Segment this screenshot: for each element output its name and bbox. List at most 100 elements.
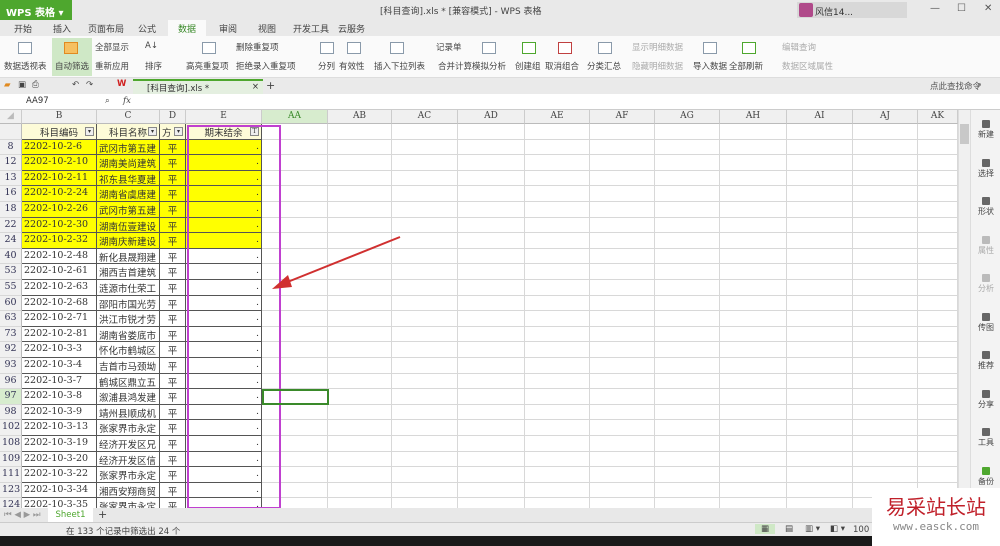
cell-empty[interactable] [655,155,720,171]
cell-empty[interactable] [853,358,918,374]
scroll-thumb[interactable] [960,124,969,144]
cell-account-code[interactable]: 2202-10-2-6 [22,139,97,156]
cell-empty[interactable] [655,467,720,483]
cell-direction[interactable]: 平 [160,280,186,296]
selected-cell-AA97[interactable] [262,389,329,405]
cell-empty[interactable] [720,467,787,483]
reapply-button[interactable]: 重新应用 [95,60,129,72]
refresh-all-button[interactable]: 全部刷新 [729,60,763,72]
cell-direction[interactable]: 平 [160,233,186,249]
cell-account-name[interactable]: 鹤城区鼎立五 [97,373,160,390]
cell-empty[interactable] [853,404,918,421]
column-header-AJ[interactable]: AJ [853,110,918,124]
cell-direction[interactable]: 平 [160,248,186,265]
cell-empty[interactable] [853,248,918,265]
cell-empty[interactable] [918,248,958,265]
cell-empty[interactable] [392,498,458,508]
column-header-AG[interactable]: AG [655,110,720,124]
cell-direction[interactable]: 平 [160,186,186,202]
cell-empty[interactable] [787,342,853,358]
cell-empty[interactable] [787,217,853,234]
cell-empty[interactable] [918,202,958,218]
normal-view-icon[interactable]: ▦ [755,524,776,534]
cell-empty[interactable] [918,295,958,312]
ungroup-button[interactable]: 取消组合 [545,60,579,72]
cell-empty[interactable] [590,436,655,452]
cell-empty[interactable] [458,233,525,249]
cell-empty[interactable] [918,436,958,452]
cell-empty[interactable] [328,389,392,405]
cell-empty[interactable] [590,358,655,374]
cell-empty[interactable] [525,311,590,327]
cell-account-code[interactable]: 2202-10-3-9 [22,404,97,421]
cell-empty[interactable] [853,389,918,405]
edit-query-button[interactable]: 编辑查询 [782,41,816,53]
cell-empty[interactable] [918,404,958,421]
cell-account-name[interactable]: 邵阳市国光劳 [97,295,160,312]
cell-empty[interactable] [787,186,853,202]
cell-direction[interactable]: 平 [160,342,186,358]
row-header[interactable]: 55 [0,280,22,296]
add-sheet-button[interactable]: + [98,508,107,521]
formula-bar[interactable] [0,94,1000,110]
cell-empty[interactable] [328,498,392,508]
cell-empty[interactable] [328,404,392,421]
new-tab-button[interactable]: + [266,79,275,92]
row-header[interactable]: 24 [0,233,22,249]
cell-empty[interactable] [328,155,392,171]
cell-empty[interactable] [720,389,787,405]
sidebar-item[interactable]: 推荐 [971,351,1000,371]
cell-empty[interactable] [853,233,918,249]
cell-direction[interactable]: 平 [160,264,186,280]
cell-account-name[interactable]: 湖南伍壹建设 [97,217,160,234]
cell-empty[interactable] [720,482,787,499]
cell-empty[interactable] [787,404,853,421]
row-header[interactable]: 92 [0,342,22,358]
column-header-D[interactable]: D [160,110,186,124]
reject-dup-button[interactable]: 拒绝录入重复项 [236,60,296,72]
cell-empty[interactable] [720,311,787,327]
cell-empty[interactable] [328,326,392,343]
cell-empty[interactable] [655,436,720,452]
cell-empty[interactable] [458,202,525,218]
cell-direction[interactable]: 平 [160,358,186,374]
cell-empty[interactable] [720,498,787,508]
cell-empty[interactable] [655,202,720,218]
cell-empty[interactable] [918,186,958,202]
cell-empty[interactable] [720,342,787,358]
simulate-button[interactable]: 模拟分析 [472,60,506,72]
merge-calc-button[interactable]: 合并计算 [438,60,472,72]
page-view-icon[interactable]: ▤ [785,524,793,534]
cell-empty[interactable] [655,124,720,140]
sidebar-item[interactable]: 分享 [971,389,1000,410]
column-header-AE[interactable]: AE [525,110,590,124]
cell-empty[interactable] [655,498,720,508]
cell-direction[interactable]: 平 [160,498,186,508]
cell-empty[interactable] [525,358,590,374]
column-header-C[interactable]: C [97,110,160,124]
cell-empty[interactable] [655,186,720,202]
cell-account-name[interactable]: 经济开发区信 [97,451,160,468]
cell-empty[interactable] [853,342,918,358]
cell-empty[interactable] [918,217,958,234]
cell-empty[interactable] [590,280,655,296]
cell-empty[interactable] [853,467,918,483]
column-header-AF[interactable]: AF [590,110,655,124]
cell-empty[interactable] [720,248,787,265]
row-header[interactable]: 12 [0,155,22,171]
cell-empty[interactable] [392,326,458,343]
cell-account-name[interactable]: 靖州县顺成机 [97,404,160,421]
cell-empty[interactable] [525,498,590,508]
cell-account-name[interactable]: 湖南省虞唐建 [97,186,160,202]
row-header[interactable]: 109 [0,451,22,468]
cell-account-code[interactable]: 2202-10-3-8 [22,389,97,405]
pivot-table-button[interactable]: 数据透视表 [4,60,47,72]
cell-empty[interactable] [853,264,918,280]
cell-empty[interactable] [328,358,392,374]
cell-empty[interactable] [787,326,853,343]
minimize-button[interactable]: — [930,3,940,14]
cell-empty[interactable] [328,373,392,390]
cell-empty[interactable] [720,124,787,140]
cell-account-name[interactable]: 湘西吉首建筑 [97,264,160,280]
cell-account-name[interactable]: 湖南美尚建筑 [97,155,160,171]
